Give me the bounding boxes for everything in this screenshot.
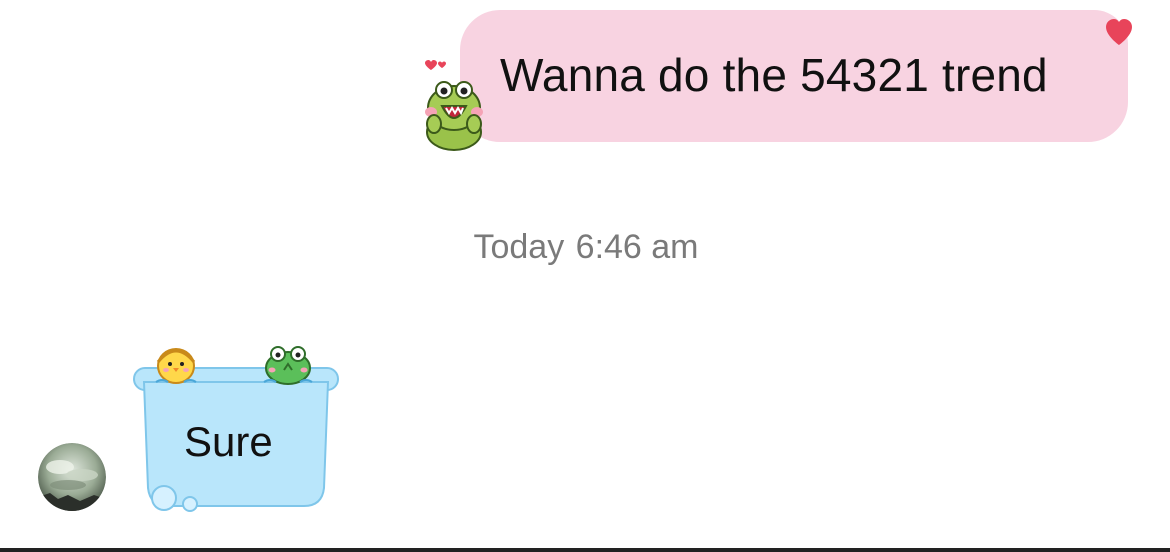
frog-sticker-icon: [425, 60, 483, 151]
outgoing-message-text: Wanna do the 54321 trend: [500, 49, 1048, 101]
avatar-icon[interactable]: [38, 443, 106, 511]
incoming-message-text: Sure: [184, 418, 273, 465]
timestamp-time: 6:46 am: [575, 228, 699, 266]
chat-thread: Wanna do the 54321 trend Today 6:46 am S…: [0, 0, 1170, 548]
message-timestamp: Today 6:46 am: [0, 228, 1170, 267]
bottom-divider: [0, 548, 1170, 552]
timestamp-day: Today: [473, 228, 565, 266]
heart-icon: [1106, 19, 1132, 45]
